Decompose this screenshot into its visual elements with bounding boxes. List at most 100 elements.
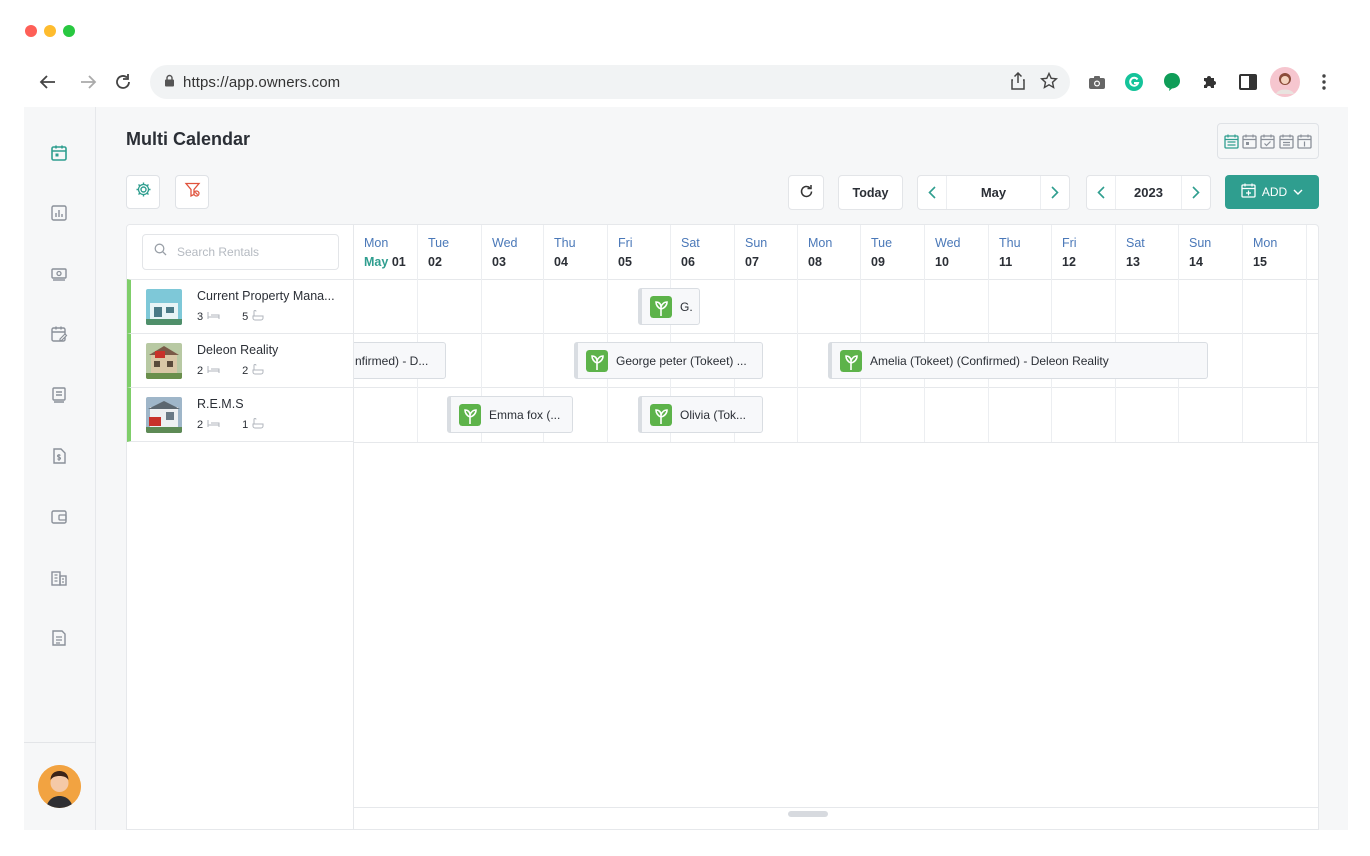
calendar-view-switcher: [1217, 123, 1319, 159]
refresh-button[interactable]: [788, 175, 824, 210]
rental-row[interactable]: Deleon Reality 2 2: [127, 333, 354, 387]
maximize-window-button[interactable]: [63, 25, 75, 37]
minimize-window-button[interactable]: [44, 25, 56, 37]
rental-name: Current Property Mana...: [197, 289, 335, 303]
search-icon: [154, 243, 167, 261]
booking-bar[interactable]: Emma fox (...: [447, 396, 573, 433]
today-button[interactable]: Today: [838, 175, 903, 210]
day-header: Mon May 01: [354, 225, 418, 279]
gear-icon: [135, 181, 152, 203]
checked-calendar-view-icon[interactable]: [1259, 133, 1276, 150]
calendar-nav-icon[interactable]: [48, 142, 70, 164]
tokeet-logo-icon: [459, 403, 481, 426]
weekday-label: Thu: [554, 236, 576, 250]
weekday-label: Mon: [1253, 236, 1278, 250]
grid-column-line: [1306, 279, 1307, 442]
reload-icon[interactable]: [111, 70, 135, 94]
rental-thumbnail: [146, 397, 182, 433]
weekday-label: Sat: [1126, 236, 1145, 250]
bath-icon: [252, 310, 264, 324]
grammarly-icon[interactable]: [1122, 70, 1146, 94]
search-input[interactable]: [177, 245, 327, 259]
rental-row[interactable]: R.E.M.S 2 1: [127, 387, 354, 442]
address-bar[interactable]: https://app.owners.com: [150, 65, 1070, 99]
bookmark-star-icon[interactable]: [1039, 71, 1059, 94]
booking-bar[interactable]: nfirmed) - D...: [354, 342, 446, 379]
dollar-document-icon[interactable]: [48, 445, 70, 467]
grid-calendar-view-icon[interactable]: [1278, 133, 1295, 150]
grid-row-line: [354, 333, 1318, 334]
rental-row[interactable]: Current Property Mana... 3 5: [127, 279, 354, 333]
invoices-icon[interactable]: [48, 384, 70, 406]
leaf-extension-icon[interactable]: [1160, 70, 1184, 94]
app-frame: Multi Calendar Today May 2023 ADD Search…: [24, 107, 1348, 830]
bath-icon: [252, 418, 264, 432]
grid-column-line: [797, 279, 798, 442]
booking-bar[interactable]: G.: [638, 288, 700, 325]
calendar-grid: Mon May 01 Tue 02 Wed 03 Thu 04 Fri 05 Sat 06…: [354, 225, 1318, 829]
booking-bar[interactable]: Amelia (Tokeet) (Confirmed) - Deleon Rea…: [828, 342, 1208, 379]
next-month-chevron-icon[interactable]: [1041, 176, 1069, 209]
bed-icon: [207, 419, 220, 431]
booking-label: nfirmed) - D...: [355, 353, 429, 368]
rental-thumbnail: [146, 343, 182, 379]
notes-document-icon[interactable]: [48, 627, 70, 649]
bookings-edit-icon[interactable]: [48, 323, 70, 345]
weekday-label: Sat: [681, 236, 700, 250]
forward-icon[interactable]: [76, 70, 100, 94]
filter-off-icon: [184, 181, 201, 203]
lock-icon: [164, 74, 175, 91]
bathroom-count: 1: [242, 419, 249, 431]
profile-avatar[interactable]: [1270, 67, 1300, 97]
rate-calendar-view-icon[interactable]: [1296, 133, 1313, 150]
bedroom-count: 3: [197, 311, 204, 323]
next-year-chevron-icon[interactable]: [1182, 176, 1210, 209]
booking-bar[interactable]: George peter (Tokeet) ...: [574, 342, 763, 379]
weekday-label: Tue: [871, 236, 893, 250]
camera-icon[interactable]: [1085, 70, 1109, 94]
booking-bar[interactable]: Olivia (Tok...: [638, 396, 763, 433]
rental-meta: 3 5: [197, 310, 264, 324]
side-panel-icon[interactable]: [1236, 70, 1260, 94]
bed-icon: [207, 365, 220, 377]
back-icon[interactable]: [36, 70, 60, 94]
day-header: Tue 09: [861, 225, 925, 279]
bedroom-count: 2: [197, 419, 204, 431]
previous-year-chevron-icon[interactable]: [1087, 176, 1115, 209]
close-window-button[interactable]: [25, 25, 37, 37]
date-label: May 01: [364, 255, 406, 269]
single-calendar-view-icon[interactable]: [1241, 133, 1258, 150]
rental-meta: 2 2: [197, 364, 264, 378]
day-header: Fri 12: [1052, 225, 1116, 279]
search-rentals-field[interactable]: [142, 234, 339, 270]
date-number: 10: [935, 255, 949, 269]
horizontal-scrollbar[interactable]: [354, 807, 1318, 819]
grid-row-line: [354, 442, 1318, 443]
previous-month-chevron-icon[interactable]: [918, 176, 946, 209]
share-icon[interactable]: [1010, 71, 1026, 94]
booking-label: Emma fox (...: [489, 407, 561, 422]
wallet-icon[interactable]: [48, 506, 70, 528]
refresh-icon: [799, 184, 814, 202]
settings-button[interactable]: [126, 175, 160, 209]
day-header: Sun 14: [1179, 225, 1243, 279]
properties-building-icon[interactable]: [48, 567, 70, 589]
current-year[interactable]: 2023: [1115, 176, 1182, 209]
day-header: Fri 05: [608, 225, 671, 279]
user-avatar[interactable]: [38, 765, 81, 808]
page-title: Multi Calendar: [126, 129, 251, 149]
browser-menu-icon[interactable]: [1312, 70, 1336, 94]
extensions-puzzle-icon[interactable]: [1198, 70, 1222, 94]
scrollbar-thumb[interactable]: [788, 811, 828, 817]
booking-label: Olivia (Tok...: [680, 407, 747, 422]
reports-chart-icon[interactable]: [48, 202, 70, 224]
current-month[interactable]: May: [946, 176, 1041, 209]
year-picker: 2023: [1086, 175, 1211, 210]
day-header: Mon 15: [1243, 225, 1307, 279]
clear-filter-button[interactable]: [175, 175, 209, 209]
payments-icon[interactable]: [48, 263, 70, 285]
multi-calendar-view-icon[interactable]: [1223, 133, 1240, 150]
date-number: 12: [1062, 255, 1076, 269]
add-button[interactable]: ADD: [1225, 175, 1319, 209]
day-header: Thu 04: [544, 225, 608, 279]
